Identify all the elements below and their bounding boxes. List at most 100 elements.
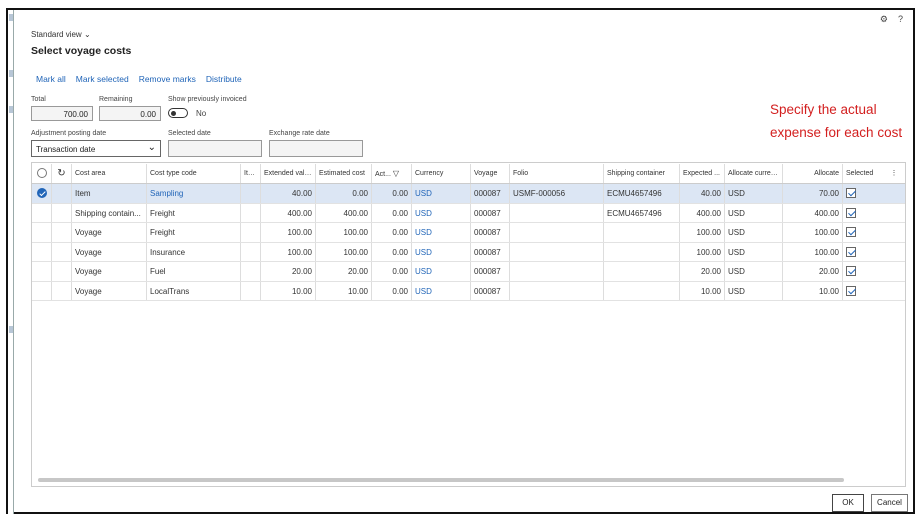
col-allocate[interactable]: Allocate (783, 164, 843, 183)
refresh-icon[interactable]: ↻ (52, 164, 72, 183)
cell-allocate[interactable]: 70.00 (783, 184, 843, 203)
row-spacer (52, 223, 72, 242)
row-spacer (52, 262, 72, 281)
cell-shipping-container (604, 223, 680, 242)
view-label: Standard view (31, 30, 82, 39)
cell-cost-area: Voyage (72, 242, 147, 261)
cell-allocate[interactable]: 100.00 (783, 223, 843, 242)
col-extended-value[interactable]: Extended value (261, 164, 316, 183)
horizontal-scrollbar[interactable] (38, 478, 844, 482)
chevron-down-icon: ⌄ (147, 142, 156, 153)
selected-checkbox[interactable] (843, 282, 883, 301)
row-select-radio[interactable] (32, 184, 52, 203)
table-row[interactable]: Voyage Insurance 100.00 100.00 0.00 USD 000087… (32, 242, 905, 262)
cell-cost-area: Voyage (72, 262, 147, 281)
cell-actual: 0.00 (372, 281, 412, 300)
row-select-radio[interactable] (32, 281, 52, 300)
selected-checkbox[interactable] (843, 184, 883, 203)
row-spacer (52, 242, 72, 261)
total-label: Total (31, 96, 46, 103)
cell-estimated-cost: 0.00 (316, 184, 372, 203)
cell-item (241, 262, 261, 281)
table-row[interactable]: Voyage Freight 100.00 100.00 0.00 USD 000087 10… (32, 223, 905, 243)
cell-folio (510, 281, 604, 300)
cell-actual: 0.00 (372, 184, 412, 203)
col-selected[interactable]: Selected (843, 164, 883, 183)
adj-posting-date-value: Transaction date (36, 145, 96, 154)
adj-posting-date-select[interactable]: Transaction date ⌄ (31, 140, 161, 157)
view-selector[interactable]: Standard view ⌄ (31, 30, 91, 39)
row-spacer (52, 184, 72, 203)
cell-expected: 100.00 (680, 223, 725, 242)
col-actual-label: Act... (375, 171, 391, 178)
cell-estimated-cost: 10.00 (316, 281, 372, 300)
cell-actual: 0.00 (372, 242, 412, 261)
cell-extended-value: 100.00 (261, 223, 316, 242)
cell-currency: USD (412, 203, 471, 222)
cell-extended-value: 40.00 (261, 184, 316, 203)
col-actual[interactable]: Act... ▽ (372, 164, 412, 183)
select-all-radio[interactable] (32, 164, 52, 183)
col-expected[interactable]: Expected ... (680, 164, 725, 183)
cancel-button[interactable]: Cancel (871, 494, 908, 512)
cell-allocate[interactable]: 10.00 (783, 281, 843, 300)
mark-all-button[interactable]: Mark all (36, 74, 66, 84)
cell-allocate-currency: USD (725, 184, 783, 203)
cell-estimated-cost: 100.00 (316, 223, 372, 242)
cell-voyage: 000087 (471, 262, 510, 281)
mark-selected-button[interactable]: Mark selected (76, 74, 129, 84)
help-icon[interactable]: ? (898, 14, 903, 25)
cell-item (241, 184, 261, 203)
col-currency[interactable]: Currency (412, 164, 471, 183)
col-allocate-currency[interactable]: Allocate curren... (725, 164, 783, 183)
cell-allocate[interactable]: 20.00 (783, 262, 843, 281)
table-row[interactable]: Item Sampling 40.00 0.00 0.00 USD 000087 USMF-0… (32, 184, 905, 204)
selected-checkbox[interactable] (843, 204, 883, 223)
cell-cost-area: Voyage (72, 223, 147, 242)
selected-checkbox[interactable] (843, 262, 883, 281)
cell-expected: 20.00 (680, 262, 725, 281)
cell-cost-type-code: Freight (147, 203, 241, 222)
col-shipping-container[interactable]: Shipping container (604, 164, 680, 183)
table-row[interactable]: Voyage LocalTrans 10.00 10.00 0.00 USD 000087 1… (32, 281, 905, 301)
row-select-radio[interactable] (32, 203, 52, 222)
filter-icon[interactable]: ▽ (393, 169, 399, 178)
cell-folio: USMF-000056 (510, 184, 604, 203)
exchange-rate-date-field[interactable] (269, 140, 363, 157)
col-folio[interactable]: Folio (510, 164, 604, 183)
cell-cost-type-code: Sampling (147, 184, 241, 203)
cell-actual: 0.00 (372, 223, 412, 242)
row-spacer (52, 203, 72, 222)
row-select-radio[interactable] (32, 223, 52, 242)
col-cost-area[interactable]: Cost area (72, 164, 147, 183)
ok-button[interactable]: OK (832, 494, 864, 512)
cell-estimated-cost: 20.00 (316, 262, 372, 281)
selected-checkbox[interactable] (843, 243, 883, 262)
cell-extended-value: 400.00 (261, 203, 316, 222)
adj-posting-date-label: Adjustment posting date (31, 130, 107, 137)
cell-allocate[interactable]: 100.00 (783, 242, 843, 261)
col-voyage[interactable]: Voyage (471, 164, 510, 183)
selected-date-field[interactable] (168, 140, 262, 157)
voyage-costs-grid: ↻ Cost area Cost type code Ite... Extend… (31, 162, 906, 487)
row-select-radio[interactable] (32, 262, 52, 281)
cell-expected: 400.00 (680, 203, 725, 222)
cell-voyage: 000087 (471, 184, 510, 203)
settings-icon[interactable]: ⚙ (880, 14, 888, 25)
cell-estimated-cost: 100.00 (316, 242, 372, 261)
remove-marks-button[interactable]: Remove marks (139, 74, 196, 84)
selected-checkbox[interactable] (843, 223, 883, 242)
table-row[interactable]: Voyage Fuel 20.00 20.00 0.00 USD 000087 20.00 US… (32, 262, 905, 282)
more-options-icon[interactable]: ⋮ (883, 164, 905, 183)
col-cost-type-code[interactable]: Cost type code (147, 164, 241, 183)
cell-cost-type-code: LocalTrans (147, 281, 241, 300)
col-estimated-cost[interactable]: Estimated cost (316, 164, 372, 183)
row-select-radio[interactable] (32, 242, 52, 261)
table-row[interactable]: Shipping contain... Freight 400.00 400.00 0.… (32, 203, 905, 223)
cell-voyage: 000087 (471, 203, 510, 222)
col-item[interactable]: Ite... (241, 164, 261, 183)
show-invoiced-toggle[interactable] (168, 108, 188, 118)
cell-allocate[interactable]: 400.00 (783, 203, 843, 222)
distribute-button[interactable]: Distribute (206, 74, 242, 84)
selected-date-label: Selected date (168, 130, 211, 137)
